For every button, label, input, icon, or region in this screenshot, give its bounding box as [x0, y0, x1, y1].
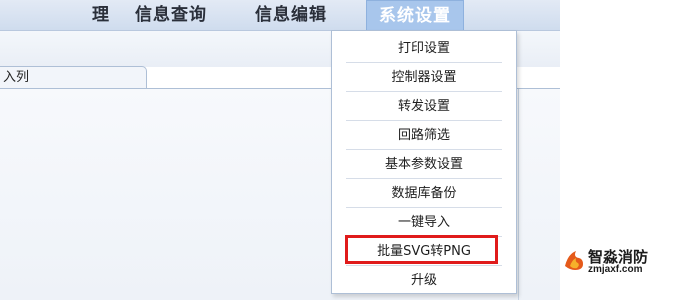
- system-settings-dropdown: 打印设置 控制器设置 转发设置 回路筛选 基本参数设置 数据库备份 一键导入 批…: [331, 30, 517, 294]
- tab-queue[interactable]: 入列: [0, 66, 147, 88]
- flame-logo-icon: [565, 251, 583, 270]
- menu-print-settings[interactable]: 打印设置: [346, 34, 502, 63]
- top-menu-bar: 理 信息查询 信息编辑 系统设置: [0, 0, 560, 31]
- menu-controller-settings[interactable]: 控制器设置: [346, 63, 502, 92]
- menu-db-backup[interactable]: 数据库备份: [346, 179, 502, 208]
- menu-loop-filter[interactable]: 回路筛选: [346, 121, 502, 150]
- menu-forward-settings[interactable]: 转发设置: [346, 92, 502, 121]
- menu-item-info-query[interactable]: 信息查询: [135, 0, 207, 30]
- menu-upgrade[interactable]: 升级: [346, 266, 502, 295]
- watermark-logo: 智淼消防 zmjaxf.com: [562, 246, 682, 276]
- content-divider: [518, 89, 519, 300]
- menu-one-click-import[interactable]: 一键导入: [346, 208, 502, 237]
- menu-item-system-settings[interactable]: 系统设置: [366, 0, 464, 30]
- menu-basic-params[interactable]: 基本参数设置: [346, 150, 502, 179]
- watermark-url: zmjaxf.com: [588, 264, 643, 275]
- menu-item-info-edit[interactable]: 信息编辑: [255, 0, 327, 30]
- menu-item-partial[interactable]: 理: [92, 0, 110, 30]
- menu-batch-svg-to-png[interactable]: 批量SVG转PNG: [346, 237, 502, 266]
